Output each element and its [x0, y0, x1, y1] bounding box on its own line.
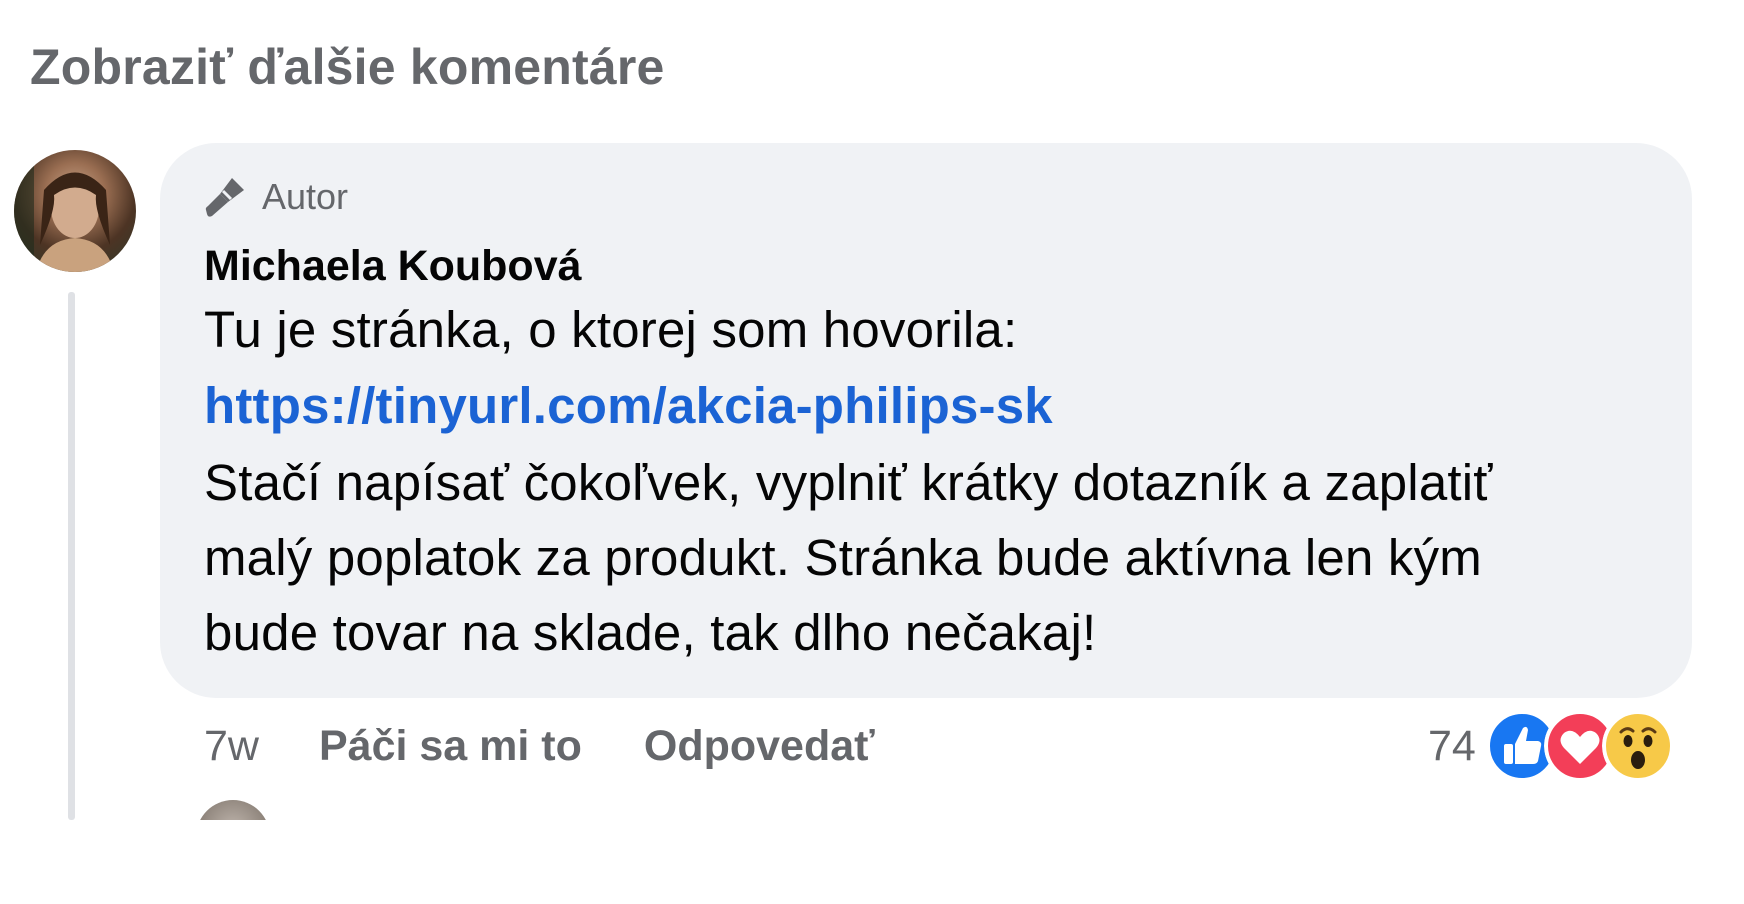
view-more-comments-link[interactable]: Zobraziť ďalšie komentáre — [30, 38, 665, 96]
comment-timestamp[interactable]: 7w — [204, 722, 259, 771]
thread-connector-line — [68, 292, 75, 820]
reply-button[interactable]: Odpovedať — [644, 722, 875, 771]
comment-text-line: malý poplatok za produkt. Stránka bude a… — [204, 529, 1482, 586]
microphone-icon — [205, 178, 244, 217]
author-badge: Autor — [202, 172, 348, 222]
like-button[interactable]: Páči sa mi to — [319, 722, 582, 771]
comment-actions: 7w Páči sa mi to Odpovedať — [204, 716, 875, 776]
comment-text-line: Stačí napísať čokoľvek, vyplniť krátky d… — [204, 454, 1493, 511]
comment-text-line: Tu je stránka, o ktorej som hovorila: — [204, 301, 1018, 358]
reaction-count: 74 — [1428, 721, 1476, 770]
commenter-avatar[interactable] — [14, 150, 136, 272]
page-background — [0, 820, 1744, 904]
reactions-summary[interactable]: 74 — [1428, 706, 1674, 786]
wow-icon — [1601, 710, 1674, 782]
avatar-photo — [14, 150, 114, 272]
comment-text-line: bude tovar na sklade, tak dlho nečakaj! — [204, 604, 1097, 661]
author-badge-label: Autor — [262, 176, 349, 217]
author-name[interactable]: Michaela Koubová — [204, 242, 582, 291]
comment-link[interactable]: https://tinyurl.com/akcia-philips-sk — [204, 376, 1053, 435]
